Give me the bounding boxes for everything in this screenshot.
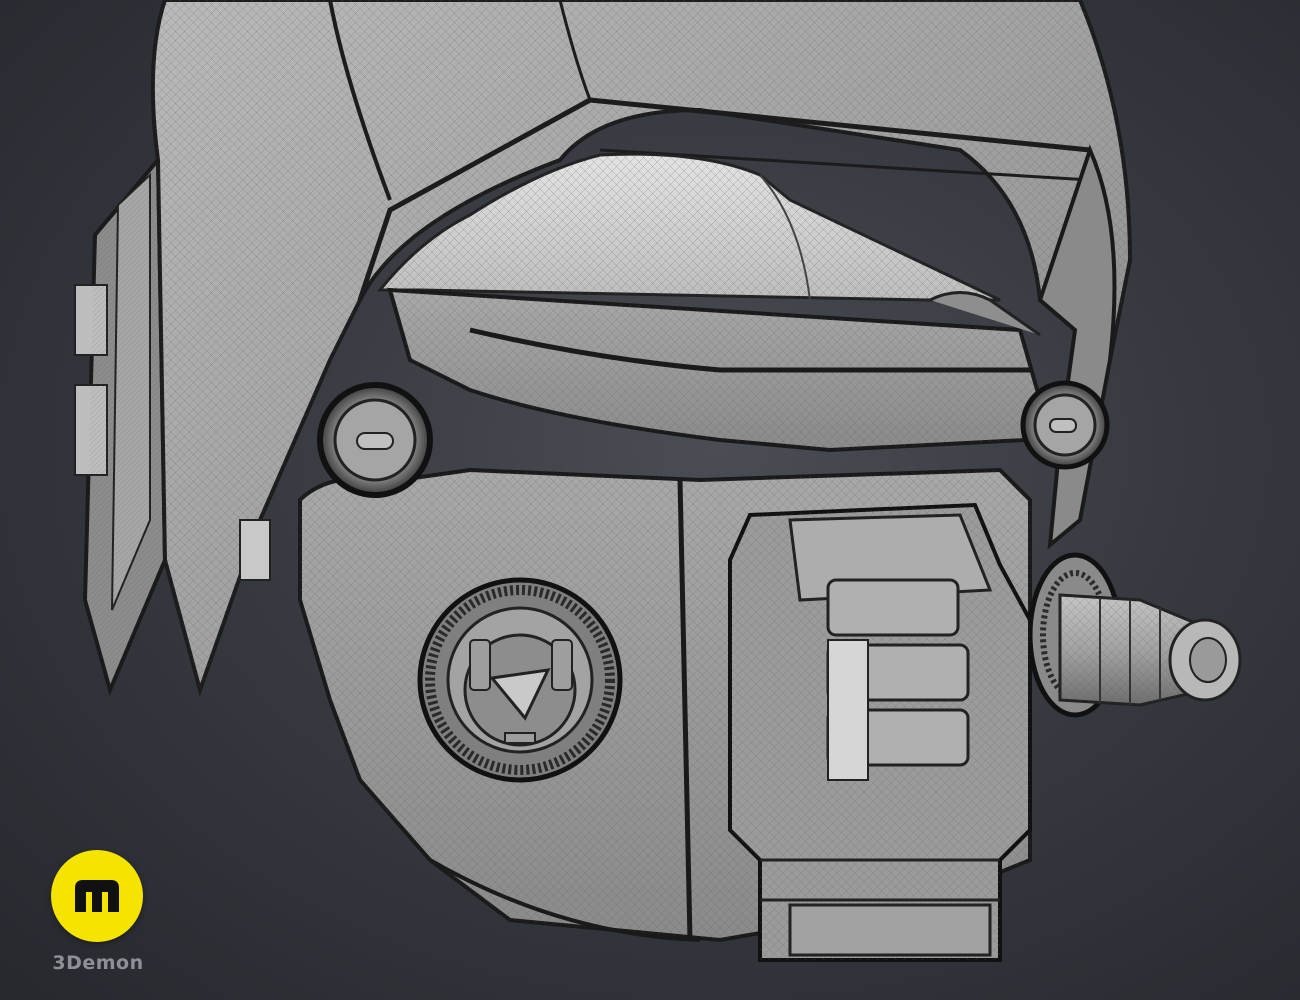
left-bolt xyxy=(317,382,433,498)
right-bolt xyxy=(1020,380,1110,470)
vent-module xyxy=(728,502,1032,962)
brand-name: 3Demon xyxy=(52,952,144,974)
brand-logo: 3Demon xyxy=(48,850,148,980)
cheek-filter xyxy=(417,577,623,783)
helmet-render xyxy=(74,0,1242,962)
3demon-logo-icon xyxy=(51,850,143,942)
helmet-side-panel xyxy=(74,154,168,697)
helmet-brow-plate xyxy=(387,287,1043,453)
breathing-tube xyxy=(1027,552,1242,718)
